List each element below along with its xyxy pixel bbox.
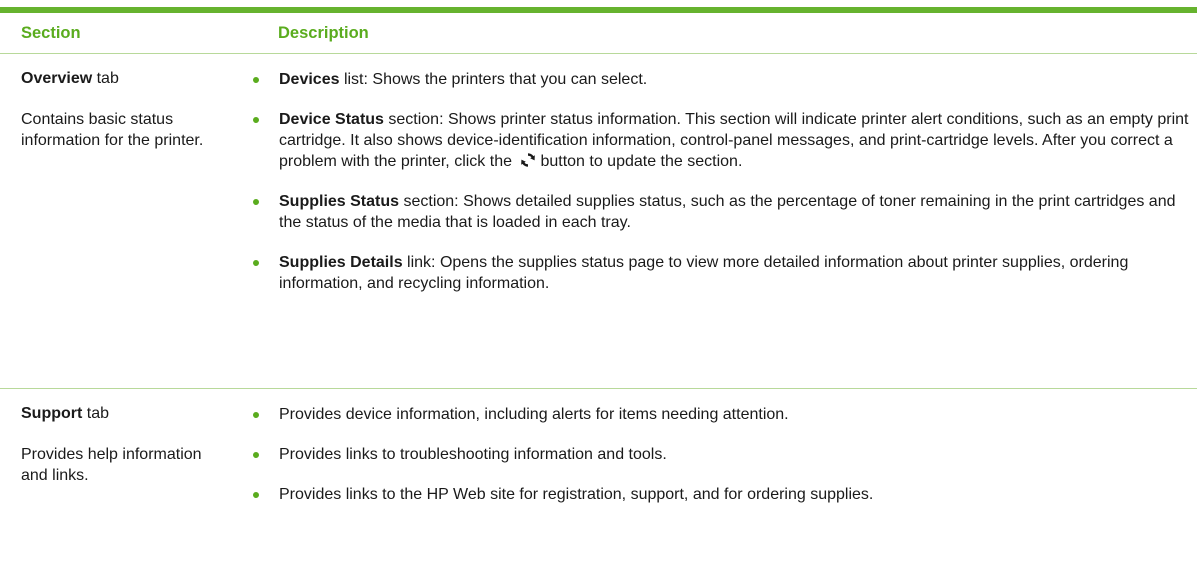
section-cell: Support tab Provides help information an… [0,389,278,505]
bullet-dot-icon [253,117,259,123]
list-item: Device Status section: Shows printer sta… [241,109,1189,172]
bullet-text: section: Shows detailed supplies status,… [279,193,1176,231]
bullet-bold: Devices [279,71,340,88]
table-row-support: Support tab Provides help information an… [0,389,1197,505]
header-description: Description [278,23,369,42]
bullet-text: Provides links to troubleshooting inform… [279,446,667,463]
bullet-bold: Supplies Status [279,193,400,210]
section-title-bold: Support [21,405,83,422]
section-title-rest: tab [92,70,119,87]
table-header: Section Description [0,13,1197,54]
description-cell: Provides device information, including a… [253,389,1197,505]
list-item: Provides device information, including a… [241,404,1189,425]
table-row-overview: Overview tab Contains basic status infor… [0,54,1197,389]
refresh-icon [521,153,536,167]
bullet-dot-icon [253,77,259,83]
bullet-dot-icon [253,492,259,498]
bullet-text: Provides links to the HP Web site for re… [279,486,874,503]
list-item: Provides links to troubleshooting inform… [241,444,1189,465]
section-title-rest: tab [82,405,110,422]
list-item: Supplies Status section: Shows detailed … [241,191,1189,233]
section-cell: Overview tab Contains basic status infor… [0,54,278,388]
section-title: Support tab [21,404,278,424]
section-description: Provides help information and links. [21,446,202,484]
list-item: Supplies Details link: Opens the supplie… [241,252,1189,294]
bullet-text: list: Shows the printers that you can se… [339,71,648,88]
bullet-dot-icon [253,452,259,458]
section-title: Overview tab [21,69,278,89]
section-title-bold: Overview [21,70,93,87]
list-item: Provides links to the HP Web site for re… [241,484,1189,505]
document-table: Section Description Overview tab Contain… [0,13,1197,505]
bullet-dot-icon [253,412,259,418]
bullet-text: Provides device information, including a… [279,406,789,423]
list-item: Devices list: Shows the printers that yo… [241,69,1189,90]
header-section: Section [21,23,81,42]
bullet-text: link: Opens the supplies status page to … [279,254,1129,292]
description-cell: Devices list: Shows the printers that yo… [253,54,1197,388]
section-description: Contains basic status information for th… [21,111,204,149]
bullet-dot-icon [253,199,259,205]
bullet-bold: Supplies Details [279,254,403,271]
bullet-dot-icon [253,260,259,266]
bullet-text-after: button to update the section. [540,153,743,170]
bullet-bold: Device Status [279,111,384,128]
